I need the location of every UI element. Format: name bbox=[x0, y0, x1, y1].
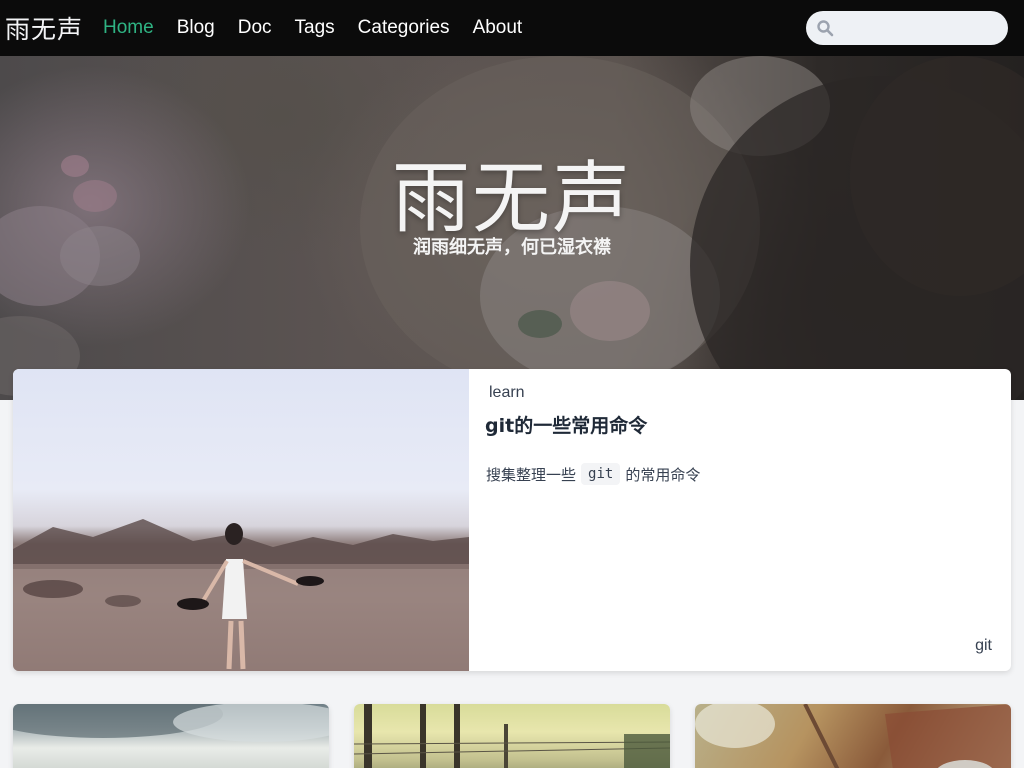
post-card-3[interactable] bbox=[695, 704, 1011, 768]
nav-links: Home Blog Doc Tags Categories About bbox=[103, 17, 545, 39]
post-summary: 搜集整理一些 git 的常用命令 bbox=[486, 463, 700, 485]
post-card-1[interactable] bbox=[13, 704, 329, 768]
search-box[interactable] bbox=[806, 11, 1008, 45]
search-input[interactable] bbox=[840, 13, 1000, 43]
post-card-3-image bbox=[695, 704, 1011, 768]
post-card-1-image bbox=[13, 704, 329, 742]
nav-link-doc[interactable]: Doc bbox=[238, 17, 272, 39]
nav-link-blog[interactable]: Blog bbox=[177, 17, 215, 39]
top-navbar: 雨无声 Home Blog Doc Tags Categories About bbox=[0, 0, 1024, 56]
hero-subtitle: 润雨细无声，何已湿衣襟 bbox=[413, 237, 611, 258]
nav-link-categories[interactable]: Categories bbox=[358, 17, 450, 39]
post-tag[interactable]: git bbox=[975, 637, 992, 655]
post-category[interactable]: learn bbox=[489, 384, 525, 402]
featured-post-card[interactable]: learn git的一些常用命令 搜集整理一些 git 的常用命令 git bbox=[13, 369, 1011, 671]
post-card-2-image bbox=[354, 704, 670, 768]
hero-banner: 雨无声 润雨细无声，何已湿衣襟 bbox=[0, 56, 1024, 400]
search-icon bbox=[817, 20, 834, 37]
post-card-2[interactable] bbox=[354, 704, 670, 768]
nav-link-home[interactable]: Home bbox=[103, 17, 154, 39]
post-summary-code: git bbox=[581, 463, 621, 485]
nav-link-about[interactable]: About bbox=[473, 17, 523, 39]
nav-link-tags[interactable]: Tags bbox=[295, 17, 335, 39]
site-brand[interactable]: 雨无声 bbox=[5, 10, 83, 46]
post-title[interactable]: git的一些常用命令 bbox=[485, 411, 647, 438]
post-summary-text-after: 的常用命令 bbox=[625, 465, 701, 484]
post-summary-text-before: 搜集整理一些 bbox=[486, 465, 577, 484]
hero-title: 雨无声 bbox=[391, 154, 632, 244]
featured-post-image[interactable] bbox=[13, 369, 469, 671]
